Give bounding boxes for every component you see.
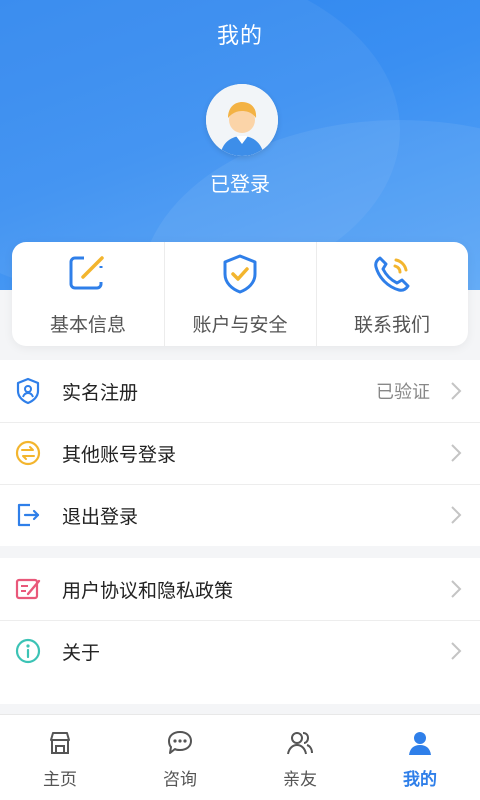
menu-item-label: 退出登录	[62, 505, 139, 528]
avatar[interactable]	[206, 84, 278, 156]
tab-consult[interactable]: 咨询	[120, 715, 240, 800]
tab-label: 咨询	[163, 770, 197, 790]
login-status: 已登录	[210, 172, 270, 196]
basic-info-button[interactable]: 基本信息	[12, 242, 164, 346]
other-account-login-item[interactable]: 其他账号登录	[0, 422, 480, 484]
tab-label: 亲友	[283, 770, 317, 790]
phone-icon	[374, 256, 410, 292]
shield-check-icon	[223, 254, 257, 294]
tab-label: 主页	[43, 770, 77, 790]
contact-us-button[interactable]: 联系我们	[316, 242, 468, 346]
menu-item-label: 其他账号登录	[62, 443, 177, 466]
profile-icon	[409, 732, 431, 755]
chat-icon	[168, 731, 192, 754]
page-title: 我的	[216, 24, 263, 49]
real-name-registration-item[interactable]: 实名注册 已验证	[0, 360, 480, 422]
agreement-icon	[15, 578, 41, 600]
id-shield-icon	[16, 377, 40, 405]
user-agreement-item[interactable]: 用户协议和隐私政策	[0, 558, 480, 620]
info-icon	[15, 638, 41, 664]
friends-icon	[287, 732, 313, 755]
switch-account-icon	[15, 440, 41, 466]
tab-label: 我的	[403, 770, 437, 790]
edit-icon	[69, 256, 106, 290]
quick-action-label: 账户与安全	[192, 314, 288, 336]
quick-actions-card: 基本信息 账户与安全 联系我们	[12, 242, 468, 346]
tab-friends[interactable]: 亲友	[240, 715, 360, 800]
chevron-right-icon	[451, 506, 462, 524]
chevron-right-icon	[451, 444, 462, 462]
logout-item[interactable]: 退出登录	[0, 484, 480, 546]
avatar-person-icon	[206, 84, 278, 156]
bottom-tab-bar: 主页 咨询 亲友 我的	[0, 714, 480, 800]
chevron-right-icon	[451, 642, 462, 660]
tab-home[interactable]: 主页	[0, 715, 120, 800]
chevron-right-icon	[451, 580, 462, 598]
menu-item-label: 实名注册	[62, 381, 139, 404]
menu-item-label: 用户协议和隐私政策	[62, 579, 234, 602]
tab-mine[interactable]: 我的	[360, 715, 480, 800]
menu-item-label: 关于	[62, 641, 101, 664]
account-security-button[interactable]: 账户与安全	[164, 242, 316, 346]
about-item[interactable]: 关于	[0, 620, 480, 682]
info-menu: 用户协议和隐私政策 关于	[0, 558, 480, 704]
chevron-right-icon	[451, 382, 462, 400]
account-menu: 实名注册 已验证 其他账号登录 退出登录	[0, 360, 480, 546]
logout-icon	[17, 503, 40, 527]
verification-status: 已验证	[376, 382, 430, 403]
quick-action-label: 基本信息	[49, 314, 126, 336]
home-icon	[50, 732, 70, 754]
quick-action-label: 联系我们	[353, 314, 430, 336]
